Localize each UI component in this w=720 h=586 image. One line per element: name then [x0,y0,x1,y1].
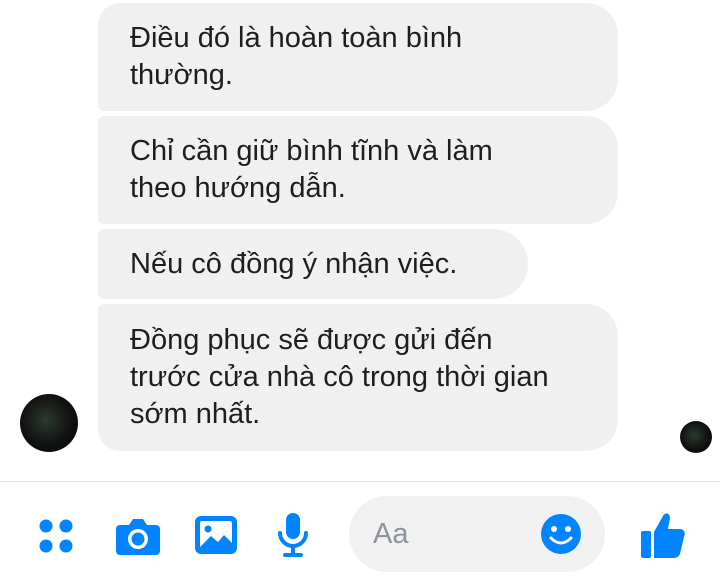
microphone-icon[interactable] [277,513,309,559]
message-text: Chỉ cần giữ bình tĩnh và làm theo hướng … [130,135,493,204]
message-input[interactable]: Aa [349,496,605,572]
thumbs-up-icon[interactable] [641,512,685,558]
seen-avatar [680,421,712,453]
message-bubble[interactable]: Điều đó là hoàn toàn bình thường. [98,3,618,111]
message-input-placeholder: Aa [373,518,409,550]
message-thread: Điều đó là hoàn toàn bình thường. Chỉ cầ… [0,0,720,480]
message-bubble[interactable]: Nếu cô đồng ý nhận việc. [98,229,528,299]
message-text: Đồng phục sẽ được gửi đến trước cửa nhà … [130,324,549,430]
camera-icon[interactable] [116,517,160,555]
message-bubble[interactable]: Chỉ cần giữ bình tĩnh và làm theo hướng … [98,116,618,224]
composer-bar: Aa [0,482,720,586]
sender-avatar[interactable] [20,394,78,452]
emoji-icon[interactable] [540,513,582,555]
message-text: Nếu cô đồng ý nhận việc. [130,247,458,280]
message-bubble[interactable]: Đồng phục sẽ được gửi đến trước cửa nhà … [98,304,618,451]
image-icon[interactable] [195,516,237,554]
message-text: Điều đó là hoàn toàn bình thường. [130,22,463,91]
more-dots-icon[interactable] [38,518,74,554]
